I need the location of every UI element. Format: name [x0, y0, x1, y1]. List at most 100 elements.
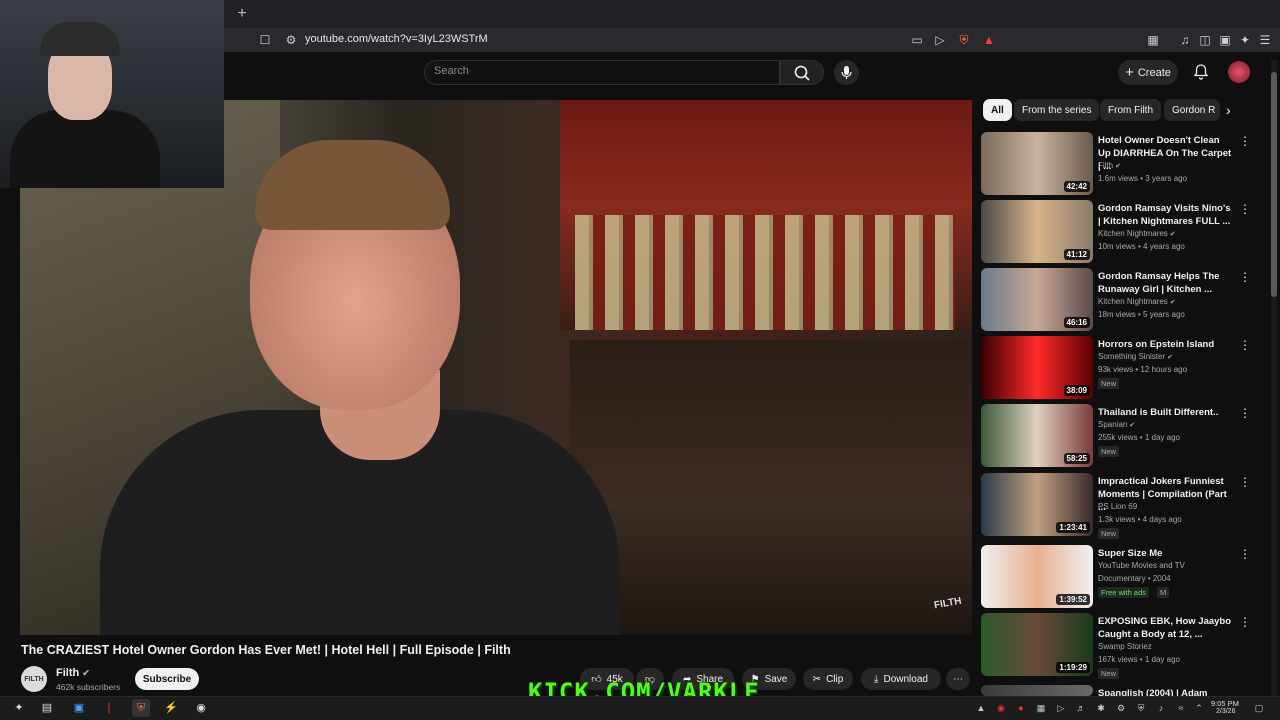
recommendation-channel[interactable]: Something Sinister ✔	[1098, 352, 1173, 361]
recommendation-item[interactable]: 38:09 Horrors on Epstein Island Something …	[981, 336, 1253, 400]
recommendation-channel[interactable]: Kitchen Nightmares ✔	[1098, 297, 1176, 306]
media-icon[interactable]: ♫	[1178, 33, 1192, 47]
tray-icon-1[interactable]: ▲	[974, 701, 988, 715]
app-red-icon[interactable]: ❘	[100, 699, 118, 717]
file-explorer-icon[interactable]: ▣	[70, 699, 88, 717]
video-thumbnail[interactable]: 46:16	[981, 268, 1093, 331]
more-vertical-icon[interactable]: ⋮	[1239, 135, 1251, 147]
brave-rewards-icon[interactable]: ▲	[982, 33, 996, 47]
video-thumbnail[interactable]: 1:39:52	[981, 545, 1093, 608]
recommendation-channel[interactable]: PS Lion 69	[1098, 502, 1137, 511]
chip-gordon[interactable]: Gordon R	[1164, 99, 1220, 121]
volume-icon[interactable]: ♬	[1074, 701, 1088, 715]
clock-date[interactable]: 2/3/26	[1216, 708, 1235, 715]
shield-tray-icon[interactable]: ⛨	[1134, 701, 1148, 715]
microphone-tray-icon[interactable]: ♪	[1154, 701, 1168, 715]
notifications-button[interactable]	[1192, 63, 1210, 81]
bluetooth-icon[interactable]: ✱	[1094, 701, 1108, 715]
chevron-up-icon[interactable]: ⌃	[1192, 701, 1206, 715]
lightning-app-icon[interactable]: ⚡	[162, 699, 180, 717]
leo-icon[interactable]: ✦	[1238, 33, 1252, 47]
recommendation-title[interactable]: Gordon Ramsay Visits Nino's | Kitchen Ni…	[1098, 202, 1233, 228]
tray-icon-4[interactable]: ▦	[1034, 701, 1048, 715]
recommendation-item[interactable]: 1:23:41 Impractical Jokers Funniest Momen…	[981, 473, 1253, 539]
recommendation-channel[interactable]: Kitchen Nightmares ✔	[1098, 229, 1176, 238]
more-vertical-icon[interactable]: ⋮	[1239, 203, 1251, 215]
recommendation-item[interactable]: 1:39:52 Super Size Me YouTube Movies and T…	[981, 545, 1253, 609]
recommendation-item[interactable]: 1:19:29 EXPOSING EBK, How Jaaybo Caught a…	[981, 613, 1253, 679]
site-info-icon[interactable]: ⚙	[284, 33, 298, 47]
more-actions-button[interactable]: ⋯	[946, 668, 970, 690]
new-tab-button[interactable]: +	[232, 4, 252, 24]
voice-search-button[interactable]	[834, 60, 859, 85]
obs-icon[interactable]: ◉	[192, 699, 210, 717]
video-thumbnail[interactable]: 42:42	[981, 132, 1093, 195]
recommendation-item[interactable]: 46:16 Gordon Ramsay Helps The Runaway Gir…	[981, 268, 1253, 332]
send-icon[interactable]: ▷	[933, 33, 947, 47]
brave-shield-icon[interactable]: ⛨	[957, 33, 971, 47]
menu-icon[interactable]: ☰	[1258, 33, 1272, 47]
recommendation-meta: 167k views • 1 day ago	[1098, 655, 1180, 664]
video-thumbnail[interactable]	[981, 685, 1093, 696]
notification-center-icon[interactable]: ▢	[1252, 701, 1266, 715]
search-input[interactable]	[424, 60, 780, 85]
recommendation-channel[interactable]: Swamp Storiez	[1098, 642, 1152, 651]
recommendation-title[interactable]: Gordon Ramsay Helps The Runaway Girl | K…	[1098, 270, 1233, 296]
recommendation-channel[interactable]: Filth ✔	[1098, 161, 1121, 170]
bookmark-icon[interactable]: ☐	[258, 33, 272, 47]
recommendation-item[interactable]: 41:12 Gordon Ramsay Visits Nino's | Kitch…	[981, 200, 1253, 264]
subscribe-button[interactable]: Subscribe	[135, 668, 199, 690]
recommendation-title[interactable]: EXPOSING EBK, How Jaaybo Caught a Body a…	[1098, 615, 1233, 641]
recommendation-channel[interactable]: YouTube Movies and TV	[1098, 561, 1185, 570]
recommendation-meta: 93k views • 12 hours ago	[1098, 365, 1188, 374]
address-bar[interactable]: youtube.com/watch?v=3IyL23WSTrM	[305, 33, 488, 45]
split-view-icon[interactable]: ◫	[1198, 33, 1212, 47]
record-icon[interactable]: ●	[1014, 701, 1028, 715]
tray-icon-2[interactable]: ◉	[994, 701, 1008, 715]
video-frame-mugs-shelf	[570, 340, 972, 500]
create-button[interactable]: + Create	[1118, 60, 1178, 85]
download-button[interactable]: ⤓ Download	[861, 668, 941, 690]
more-vertical-icon[interactable]: ⋮	[1239, 616, 1251, 628]
recommendation-meta: 10m views • 4 years ago	[1098, 242, 1185, 251]
play-icon[interactable]: ▷	[1054, 701, 1068, 715]
more-vertical-icon[interactable]: ⋮	[1239, 339, 1251, 351]
clip-button[interactable]: ✂ Clip	[803, 668, 853, 690]
task-view-icon[interactable]: ▤	[38, 699, 56, 717]
recommendation-badge: New	[1098, 528, 1120, 539]
recommendation-item[interactable]: Spanglish (2004) | Adam	[981, 685, 1253, 699]
more-vertical-icon[interactable]: ⋮	[1239, 476, 1251, 488]
start-icon[interactable]: ✦	[10, 699, 28, 717]
cast-icon[interactable]: ▭	[910, 33, 924, 47]
video-thumbnail[interactable]: 41:12	[981, 200, 1093, 263]
chip-from-series[interactable]: From the series	[1014, 99, 1100, 121]
recommendation-title[interactable]: Thailand is Built Different..	[1098, 406, 1233, 419]
search-button[interactable]	[780, 60, 824, 85]
scrollbar-thumb[interactable]	[1271, 72, 1277, 297]
recommendation-item[interactable]: 42:42 Hotel Owner Doesn't Clean Up DIARRH…	[981, 132, 1253, 196]
video-thumbnail[interactable]: 1:23:41	[981, 473, 1093, 536]
wallet-icon[interactable]: ▣	[1218, 33, 1232, 47]
recommendation-channel[interactable]: Spanian ✔	[1098, 420, 1135, 429]
chip-all[interactable]: All	[983, 99, 1012, 121]
wifi-icon[interactable]: ≈	[1174, 701, 1188, 715]
video-thumbnail[interactable]: 1:19:29	[981, 613, 1093, 676]
channel-name[interactable]: Filth ✔	[56, 667, 90, 679]
more-vertical-icon[interactable]: ⋮	[1239, 407, 1251, 419]
clock-time[interactable]: 9:05 PM	[1211, 699, 1239, 708]
recommendation-title[interactable]: Super Size Me	[1098, 547, 1233, 560]
recommendation-item[interactable]: 58:25 Thailand is Built Different.. Spania…	[981, 404, 1253, 468]
recommendation-title[interactable]: Horrors on Epstein Island	[1098, 338, 1233, 351]
more-vertical-icon[interactable]: ⋮	[1239, 271, 1251, 283]
settings-tray-icon[interactable]: ⚙	[1114, 701, 1128, 715]
more-vertical-icon[interactable]: ⋮	[1239, 548, 1251, 560]
chip-from-filth[interactable]: From Filth	[1100, 99, 1161, 121]
webcam-person-cap	[40, 22, 120, 56]
chevron-right-icon[interactable]: ›	[1226, 103, 1240, 117]
channel-avatar[interactable]: FILTH	[21, 666, 47, 692]
video-thumbnail[interactable]: 58:25	[981, 404, 1093, 467]
video-thumbnail[interactable]: 38:09	[981, 336, 1093, 399]
sidebar-toggle-icon[interactable]: ▦	[1146, 33, 1160, 47]
account-avatar[interactable]	[1228, 61, 1250, 83]
brave-browser-icon[interactable]: ⛨	[132, 699, 150, 717]
